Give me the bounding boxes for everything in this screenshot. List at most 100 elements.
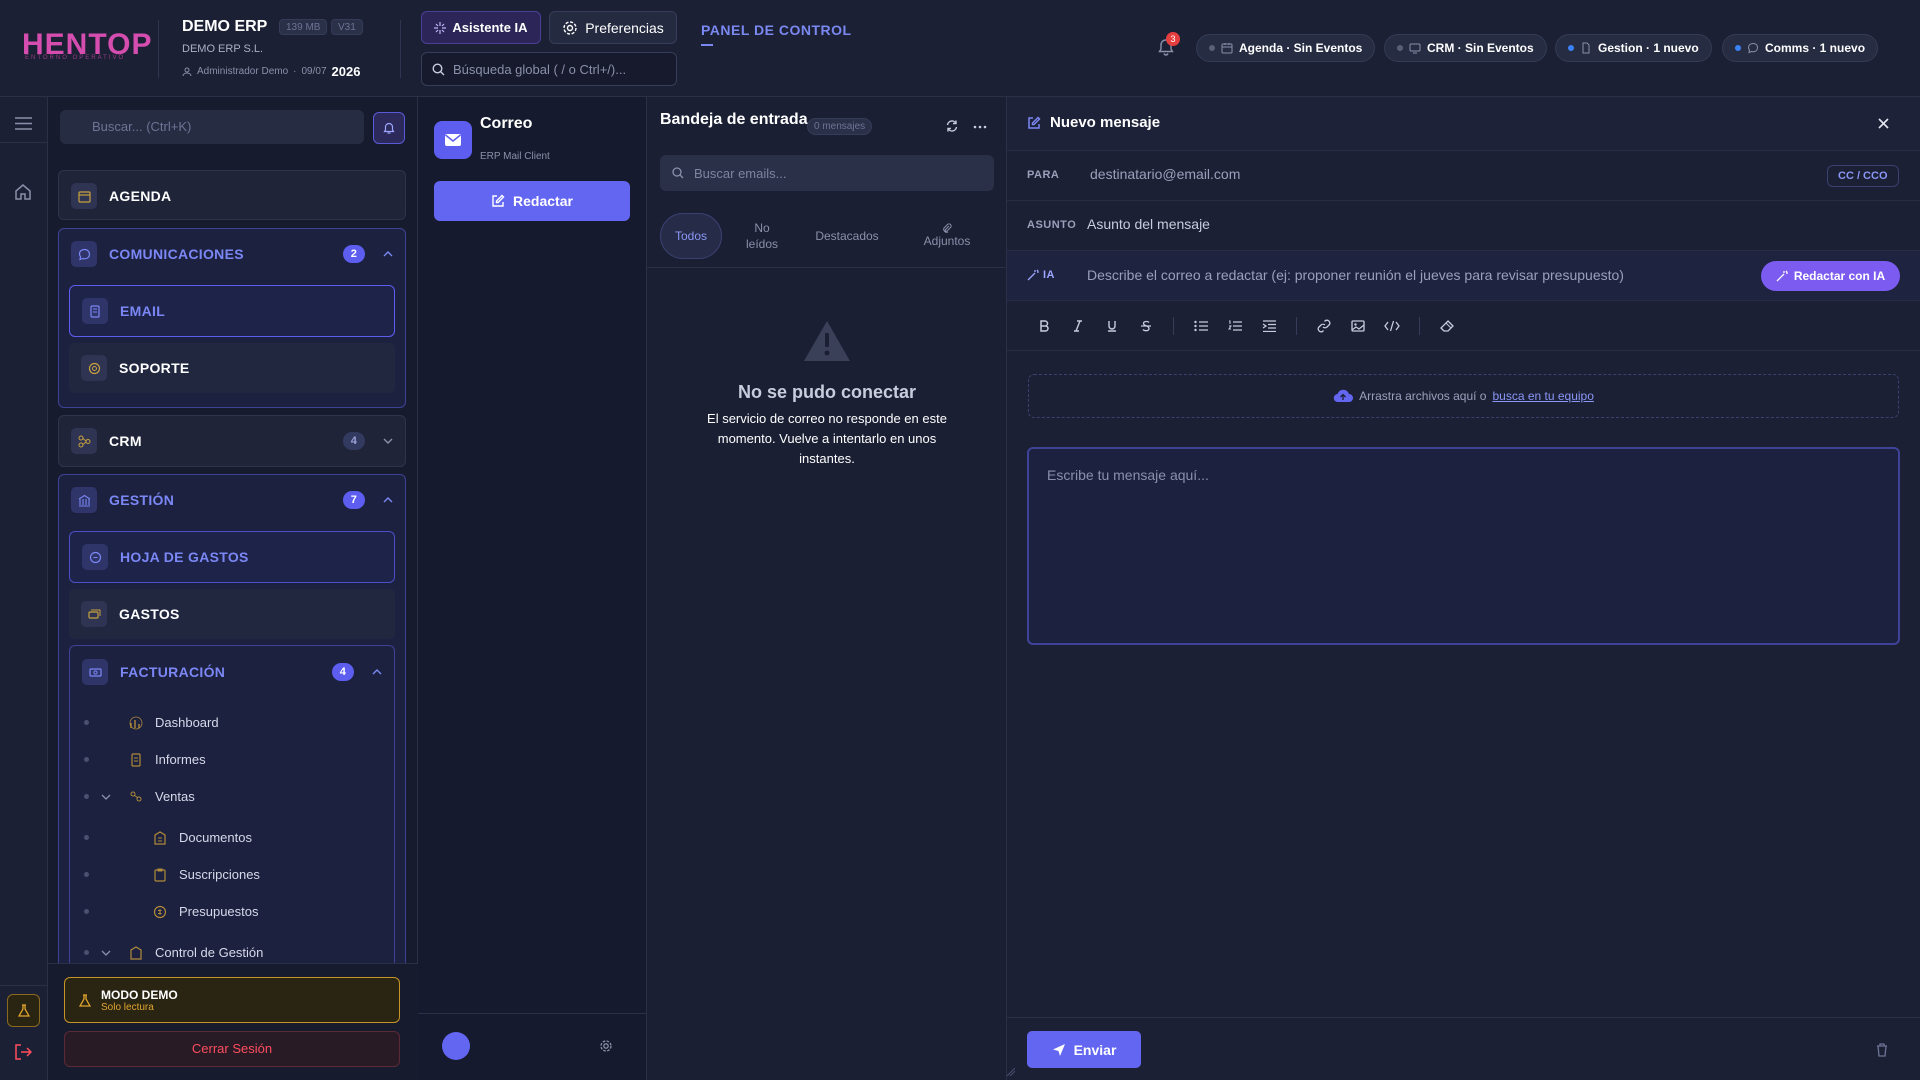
- avatar[interactable]: [442, 1032, 470, 1060]
- bold-icon[interactable]: [1031, 313, 1057, 339]
- demo-mode-button[interactable]: [7, 994, 40, 1027]
- menu-soporte[interactable]: SOPORTE: [69, 343, 395, 393]
- menu-email[interactable]: EMAIL: [69, 285, 395, 337]
- tab-no-leidos[interactable]: No leídos: [732, 213, 792, 259]
- demo-mode-subtitle: Solo lectura: [101, 1001, 154, 1013]
- bullet: [84, 909, 89, 914]
- menu-comunicaciones-header[interactable]: COMUNICACIONES 2: [59, 229, 405, 279]
- hamburger-menu-icon[interactable]: [15, 117, 32, 130]
- count-badge: 7: [343, 491, 365, 509]
- menu-crm-label: CRM: [109, 433, 142, 449]
- image-icon[interactable]: [1345, 313, 1371, 339]
- gear-icon[interactable]: [599, 1039, 613, 1053]
- ai-label-group: IA: [1027, 269, 1055, 281]
- subject-input[interactable]: Asunto del mensaje: [1087, 216, 1867, 232]
- submenu-ventas[interactable]: Ventas: [70, 778, 396, 815]
- budget-icon: [153, 905, 167, 919]
- submenu-dashboard[interactable]: Dashboard: [70, 704, 396, 741]
- calendar-icon: [1221, 42, 1233, 54]
- menu-crm[interactable]: CRM 4: [58, 415, 406, 467]
- sidebar-search-input[interactable]: Buscar... (Ctrl+K): [60, 110, 364, 144]
- menu-gestion-header[interactable]: GESTIÓN 7: [59, 475, 405, 525]
- chevron-down-icon[interactable]: [101, 794, 117, 800]
- divider: [1173, 317, 1174, 335]
- resize-handle-icon[interactable]: [1007, 1068, 1015, 1076]
- bullet: [84, 794, 89, 799]
- search-icon: [432, 62, 445, 76]
- chevron-down-icon[interactable]: [101, 950, 117, 956]
- more-options-icon[interactable]: [973, 125, 987, 129]
- code-icon[interactable]: [1379, 313, 1405, 339]
- compose-label: Redactar: [513, 193, 573, 209]
- attachment-dropzone[interactable]: Arrastra archivos aquí o busca en tu equ…: [1028, 374, 1899, 418]
- version-badge: V31: [331, 19, 363, 35]
- submenu-informes[interactable]: Informes: [70, 741, 396, 778]
- send-button[interactable]: Enviar: [1027, 1031, 1141, 1068]
- chip-crm[interactable]: CRM · Sin Eventos: [1384, 34, 1547, 62]
- count-badge: 4: [332, 663, 354, 681]
- global-search-input[interactable]: Búsqueda global ( / o Ctrl+/)...: [421, 52, 677, 86]
- logout-button[interactable]: Cerrar Sesión: [64, 1031, 400, 1067]
- divider: [0, 985, 48, 986]
- link-icon[interactable]: [1311, 313, 1337, 339]
- preferences-label: Preferencias: [585, 19, 664, 36]
- submenu-presupuestos[interactable]: Presupuestos: [70, 893, 396, 930]
- document-icon: [82, 298, 108, 324]
- chart-icon: [129, 716, 143, 730]
- inbox-search-input[interactable]: Buscar emails...: [660, 155, 994, 191]
- demo-mode-banner[interactable]: MODO DEMO Solo lectura: [64, 977, 400, 1023]
- chip-agenda[interactable]: Agenda · Sin Eventos: [1196, 34, 1376, 62]
- user-icon: [182, 67, 192, 77]
- chip-crm-label: CRM · Sin Eventos: [1427, 41, 1534, 55]
- menu-hoja-de-gastos[interactable]: HOJA DE GASTOS: [69, 531, 395, 583]
- chip-comms[interactable]: Comms · 1 nuevo: [1722, 34, 1879, 62]
- menu-gestion: GESTIÓN 7 HOJA DE GASTOS GASTOS FACTURAC…: [58, 474, 406, 994]
- tab-todos-label: Todos: [674, 229, 708, 243]
- status-dot: [1397, 45, 1403, 51]
- menu-comunicaciones: COMUNICACIONES 2 EMAIL SOPORTE: [58, 228, 406, 408]
- italic-icon[interactable]: [1065, 313, 1091, 339]
- date: 09/07: [301, 66, 327, 77]
- close-icon[interactable]: [1878, 118, 1889, 129]
- ai-assistant-label: Asistente IA: [452, 20, 528, 35]
- left-rail: [0, 97, 48, 1080]
- numbered-list-icon[interactable]: [1222, 313, 1248, 339]
- preferences-button[interactable]: Preferencias: [549, 11, 677, 44]
- compose-button[interactable]: Redactar: [434, 181, 630, 221]
- warning-icon: [802, 319, 852, 363]
- cc-bcc-button[interactable]: CC / CCO: [1827, 165, 1899, 187]
- eraser-icon[interactable]: [1434, 313, 1460, 339]
- menu-gastos[interactable]: GASTOS: [69, 589, 395, 639]
- menu-agenda[interactable]: AGENDA: [58, 170, 406, 220]
- underline-icon[interactable]: [1099, 313, 1125, 339]
- indent-icon[interactable]: [1256, 313, 1282, 339]
- message-body-editor[interactable]: Escribe tu mensaje aquí...: [1027, 447, 1900, 645]
- submenu-documentos[interactable]: Documentos: [70, 819, 396, 856]
- sidebar-notifications-button[interactable]: [373, 112, 405, 144]
- tab-adjuntos[interactable]: Adjuntos: [902, 213, 992, 259]
- strikethrough-icon[interactable]: [1133, 313, 1159, 339]
- home-icon[interactable]: [14, 183, 32, 201]
- tab-destacados[interactable]: Destacados: [802, 213, 892, 259]
- browse-files-link[interactable]: busca en tu equipo: [1492, 389, 1593, 403]
- bullet-list-icon[interactable]: [1188, 313, 1214, 339]
- receipt-icon: [82, 544, 108, 570]
- network-icon: [71, 428, 97, 454]
- status-dot: [1568, 45, 1574, 51]
- menu-facturacion-header[interactable]: FACTURACIÓN 4: [70, 646, 394, 698]
- ai-assistant-button[interactable]: Asistente IA: [421, 11, 541, 44]
- chip-comms-label: Comms · 1 nuevo: [1765, 41, 1866, 55]
- tab-todos[interactable]: Todos: [660, 213, 722, 259]
- trash-icon[interactable]: [1876, 1043, 1888, 1057]
- submenu-suscripciones[interactable]: Suscripciones: [70, 856, 396, 893]
- to-input[interactable]: destinatario@email.com: [1090, 166, 1790, 182]
- panel-title[interactable]: PANEL DE CONTROL: [701, 22, 852, 38]
- chip-gestion[interactable]: Gestion · 1 nuevo: [1555, 34, 1712, 62]
- ai-prompt-input[interactable]: Describe el correo a redactar (ej: propo…: [1087, 267, 1767, 283]
- divider: [647, 267, 1007, 268]
- refresh-icon[interactable]: [945, 119, 959, 133]
- building-icon: [129, 945, 143, 960]
- status-dot: [1209, 45, 1215, 51]
- compose-with-ai-button[interactable]: Redactar con IA: [1761, 261, 1900, 291]
- logout-icon[interactable]: [14, 1044, 32, 1060]
